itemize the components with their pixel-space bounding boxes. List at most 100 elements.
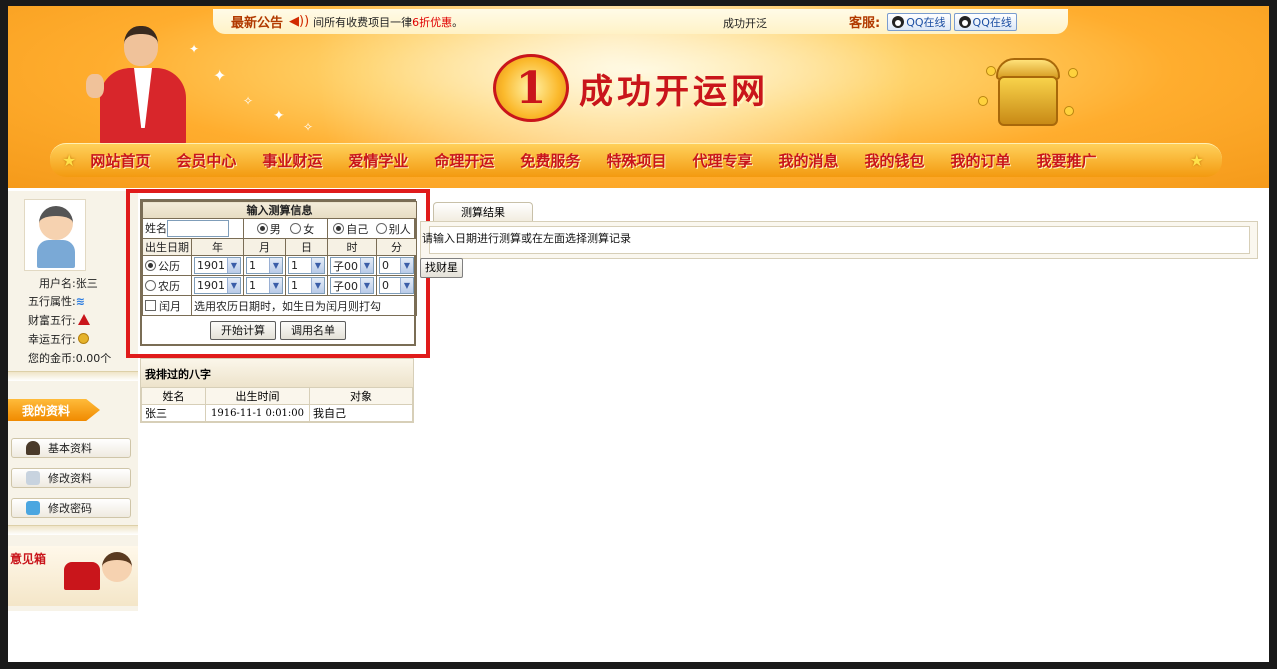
lunar-radio[interactable] <box>145 279 156 291</box>
nav-messages[interactable]: 我的消息 <box>778 150 838 171</box>
nav-special[interactable]: 特殊项目 <box>606 150 666 171</box>
history-title: 我排过的八字 <box>141 359 413 387</box>
history-name[interactable]: 张三 <box>141 404 206 422</box>
nav-agent[interactable]: 代理专享 <box>692 150 752 171</box>
birth-date-label: 出生日期 <box>142 238 192 256</box>
qq-online-button-1[interactable]: QQ在线 <box>887 12 951 31</box>
solar-radio[interactable] <box>145 259 156 271</box>
divider <box>8 371 138 381</box>
nav-free-service[interactable]: 免费服务 <box>520 150 580 171</box>
nav-home[interactable]: 网站首页 <box>90 150 150 171</box>
leap-month-option: 闰月 <box>142 295 192 316</box>
gender-group: 男 女 <box>243 218 328 239</box>
lunar-option: 农历 <box>142 275 192 296</box>
section-my-profile: 我的资料 <box>8 399 100 421</box>
col-minute: 分 <box>376 238 417 256</box>
target-group: 自己 别人 <box>327 218 417 239</box>
solar-minute-select[interactable]: 0 ▼ <box>379 257 414 274</box>
mailbox-icon <box>64 562 100 590</box>
coin-balance: 您的金币:0.00个 <box>28 352 112 365</box>
gender-male-radio[interactable] <box>256 222 268 234</box>
table-row[interactable]: 张三 1916-11-1 0:01:00 我自己 <box>141 404 413 422</box>
character-illustration <box>102 552 132 582</box>
feedback-label: 意见箱 <box>10 552 47 566</box>
notice-text[interactable]: 间所有收费项目一律6折优惠。 <box>313 14 463 30</box>
host-mascot-image <box>86 24 196 146</box>
chevron-down-icon: ▼ <box>227 258 240 273</box>
chevron-down-icon: ▼ <box>311 258 324 273</box>
chevron-down-icon: ▼ <box>400 278 413 293</box>
chevron-down-icon: ▼ <box>360 278 373 293</box>
page-frame: 最新公告 ◀)) 间所有收费项目一律6折优惠。 成功开泛 客服: QQ在线 QQ… <box>8 6 1269 662</box>
fire-icon <box>77 314 90 325</box>
target-self-radio[interactable] <box>333 222 345 234</box>
qq-penguin-icon <box>958 15 971 28</box>
sparkle-decoration: ✦ ✦ ✧ ✦ ✧ <box>189 42 314 134</box>
notice-secondary: 成功开泛 <box>723 17 767 30</box>
edit-icon <box>26 471 40 485</box>
nav-member-center[interactable]: 会员中心 <box>176 150 236 171</box>
qq-online-button-2[interactable]: QQ在线 <box>953 12 1017 31</box>
nav-promote[interactable]: 我要推广 <box>1037 150 1097 171</box>
solar-year-select[interactable]: 1901 ▼ <box>194 257 241 274</box>
key-icon <box>26 501 40 515</box>
site-logo[interactable]: 1 成功开运网 <box>493 54 769 122</box>
leap-month-checkbox[interactable] <box>145 299 156 311</box>
solar-hour-select[interactable]: 子00 ▼ <box>330 257 374 274</box>
notice-bar: 最新公告 ◀)) 间所有收费项目一律6折优惠。 成功开泛 客服: QQ在线 QQ… <box>213 9 1068 34</box>
lunar-hour-select[interactable]: 子00 ▼ <box>330 277 374 294</box>
service-label: 客服: <box>849 16 881 31</box>
panel-title: 输入测算信息 <box>142 201 417 219</box>
col-name: 姓名 <box>141 387 206 405</box>
main-nav: ★ 网站首页 会员中心 事业财运 爱情学业 命理开运 免费服务 特殊项目 代理专… <box>50 143 1222 177</box>
basic-profile-button[interactable]: 基本资料 <box>11 438 131 458</box>
solar-day-select[interactable]: 1 ▼ <box>288 257 325 274</box>
col-hour: 时 <box>327 238 377 256</box>
chevron-down-icon: ▼ <box>360 258 373 273</box>
chevron-down-icon: ▼ <box>227 278 240 293</box>
solar-month-select[interactable]: 1 ▼ <box>246 257 283 274</box>
username: 用户名:张三 <box>39 277 98 290</box>
col-day: 日 <box>285 238 328 256</box>
star-icon: ★ <box>62 151 77 170</box>
logo-emblem: 1 <box>493 54 569 122</box>
wuxing-attribute: 五行属性:≋ <box>28 295 85 308</box>
name-input[interactable] <box>167 220 229 238</box>
form-actions: 开始计算 调用名单 <box>142 316 414 344</box>
edit-profile-button[interactable]: 修改资料 <box>11 468 131 488</box>
nav-love-study[interactable]: 爱情学业 <box>348 150 408 171</box>
treasure-chest-image <box>968 46 1088 136</box>
lunar-month-select[interactable]: 1 ▼ <box>246 277 283 294</box>
gender-female-radio[interactable] <box>290 222 302 234</box>
lunar-day-select[interactable]: 1 ▼ <box>288 277 325 294</box>
chevron-down-icon: ▼ <box>269 258 282 273</box>
target-other-radio[interactable] <box>375 222 387 234</box>
lunar-year-select[interactable]: 1901 ▼ <box>194 277 241 294</box>
water-icon: ≋ <box>75 295 85 308</box>
call-list-button[interactable]: 调用名单 <box>280 320 346 340</box>
site-name: 成功开运网 <box>579 71 769 112</box>
site-header: 最新公告 ◀)) 间所有收费项目一律6折优惠。 成功开泛 客服: QQ在线 QQ… <box>8 6 1269 188</box>
feedback-box-banner[interactable]: 意见箱 <box>8 546 138 606</box>
col-year: 年 <box>191 238 244 256</box>
sidebar: 用户名:张三 五行属性:≋ 财富五行: 幸运五行: 您的金币:0.00个 我的资… <box>8 191 138 611</box>
avatar <box>24 199 86 271</box>
nav-wallet[interactable]: 我的钱包 <box>864 150 924 171</box>
solar-option: 公历 <box>142 255 192 276</box>
wealth-element: 财富五行: <box>28 312 90 328</box>
lunar-minute-select[interactable]: 0 ▼ <box>379 277 414 294</box>
col-month: 月 <box>243 238 286 256</box>
chevron-down-icon: ▼ <box>269 278 282 293</box>
divider <box>8 525 138 535</box>
nav-career-wealth[interactable]: 事业财运 <box>262 150 322 171</box>
start-calculate-button[interactable]: 开始计算 <box>210 320 276 340</box>
nav-fortune[interactable]: 命理开运 <box>434 150 494 171</box>
change-password-button[interactable]: 修改密码 <box>11 498 131 518</box>
result-message: 请输入日期进行测算或在左面选择测算记录 <box>422 232 631 245</box>
nav-orders[interactable]: 我的订单 <box>951 150 1011 171</box>
chevron-down-icon: ▼ <box>400 258 413 273</box>
name-row: 姓名 <box>142 218 244 239</box>
find-wealth-star-button[interactable]: 找财星 <box>420 258 463 278</box>
user-icon <box>26 441 40 455</box>
tab-result[interactable]: 测算结果 <box>433 202 533 222</box>
